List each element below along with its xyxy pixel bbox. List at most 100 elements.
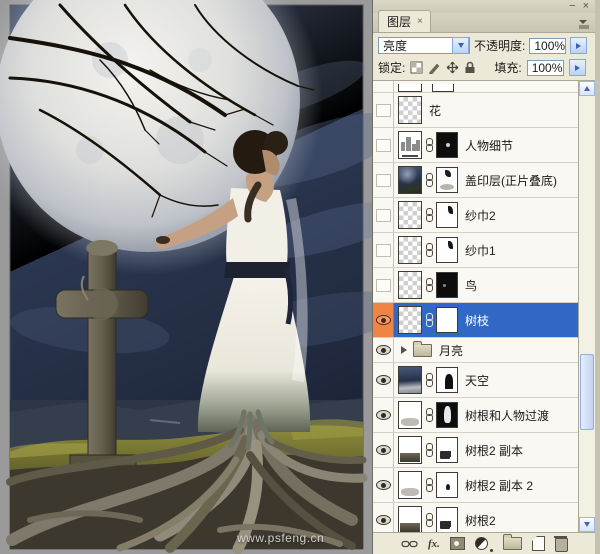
lock-transparency-icon[interactable] [410, 61, 423, 74]
lock-all-icon[interactable] [464, 61, 476, 74]
visibility-checkbox[interactable] [376, 174, 391, 187]
layer-row[interactable]: 纱巾1 [373, 233, 578, 268]
layer-name[interactable]: 月亮 [439, 342, 463, 359]
scrollbar[interactable] [578, 81, 595, 532]
mask-link-icon[interactable] [425, 408, 434, 422]
layer-row[interactable]: 花 [373, 93, 578, 128]
tab-close-icon[interactable]: × [417, 16, 423, 27]
layer-mask-thumbnail[interactable] [436, 402, 458, 428]
layer-mask-thumbnail[interactable] [436, 437, 458, 463]
visibility-toggle[interactable] [373, 398, 394, 432]
layer-thumbnail[interactable] [398, 201, 422, 229]
layer-name[interactable]: 鸟 [465, 277, 477, 294]
layer-name[interactable]: 树根2 副本 2 [465, 477, 533, 494]
layer-mask-thumbnail[interactable] [436, 132, 458, 158]
visibility-toggle[interactable] [373, 363, 394, 397]
mask-link-icon[interactable] [425, 173, 434, 187]
layer-row[interactable] [373, 81, 578, 93]
layer-name[interactable]: 花 [429, 102, 441, 119]
mask-link-icon[interactable] [425, 138, 434, 152]
close-button[interactable]: × [583, 1, 589, 12]
blend-mode-select[interactable]: 亮度 [378, 37, 470, 54]
visibility-toggle[interactable] [373, 338, 394, 362]
opacity-slider-arrow[interactable] [570, 37, 587, 54]
layer-mask-thumbnail[interactable] [436, 272, 458, 298]
mask-link-icon[interactable] [425, 443, 434, 457]
visibility-toggle[interactable] [373, 93, 394, 127]
layer-name[interactable]: 树根2 [465, 512, 496, 529]
layer-name[interactable]: 人物细节 [465, 137, 513, 154]
layer-row[interactable]: 人物细节 [373, 128, 578, 163]
mask-link-icon[interactable] [425, 478, 434, 492]
layer-thumbnail[interactable] [398, 401, 422, 429]
layer-name[interactable]: 树根2 副本 [465, 442, 523, 459]
visibility-toggle[interactable] [373, 503, 394, 532]
visibility-toggle[interactable] [373, 303, 394, 337]
mask-link-icon[interactable] [425, 243, 434, 257]
layer-name[interactable]: 树枝 [465, 312, 489, 329]
layer-thumbnail[interactable] [398, 236, 422, 264]
layer-thumbnail[interactable] [398, 131, 422, 159]
new-layer-icon[interactable] [532, 536, 545, 552]
layer-thumbnail[interactable] [398, 506, 422, 532]
panel-menu-button[interactable] [576, 17, 592, 30]
layer-mask-thumbnail[interactable] [436, 307, 458, 333]
layer-name[interactable]: 树根和人物过渡 [465, 407, 549, 424]
layer-mask-thumbnail[interactable] [436, 167, 458, 193]
visibility-toggle[interactable] [373, 468, 394, 502]
lock-move-icon[interactable] [446, 61, 459, 74]
mask-link-icon[interactable] [425, 278, 434, 292]
visibility-toggle[interactable] [373, 128, 394, 162]
scroll-down-button[interactable] [579, 517, 595, 532]
visibility-toggle[interactable] [373, 233, 394, 267]
scroll-thumb[interactable] [580, 354, 594, 430]
visibility-toggle[interactable] [373, 433, 394, 467]
visibility-toggle[interactable] [373, 163, 394, 197]
mask-link-icon[interactable] [425, 373, 434, 387]
scroll-up-button[interactable] [579, 81, 595, 96]
layer-thumbnail[interactable] [398, 96, 422, 124]
opacity-input[interactable]: 100% [529, 38, 566, 54]
layer-name[interactable]: 纱巾1 [465, 242, 496, 259]
layer-row[interactable]: 树根2 [373, 503, 578, 532]
lock-paint-icon[interactable] [428, 61, 441, 74]
layer-name[interactable]: 天空 [465, 372, 489, 389]
layer-mask-thumbnail[interactable] [436, 237, 458, 263]
layer-row[interactable]: 树根和人物过渡 [373, 398, 578, 433]
visibility-toggle[interactable] [373, 198, 394, 232]
tab-layers[interactable]: 图层 × [378, 10, 431, 32]
layer-group-row[interactable]: 月亮 [373, 338, 578, 363]
fill-slider-arrow[interactable] [569, 59, 586, 76]
delete-layer-icon[interactable] [555, 536, 568, 552]
mask-link-icon[interactable] [425, 513, 434, 527]
layer-style-icon[interactable]: fx. [428, 536, 440, 552]
visibility-checkbox[interactable] [376, 209, 391, 222]
layer-thumbnail[interactable] [398, 366, 422, 394]
layer-thumbnail[interactable] [398, 471, 422, 499]
layer-mask-thumbnail[interactable] [436, 507, 458, 532]
visibility-toggle[interactable] [373, 81, 394, 92]
scroll-track[interactable] [579, 96, 595, 517]
layer-row[interactable]: 盖印层(正片叠底) [373, 163, 578, 198]
layer-row[interactable]: 树根2 副本 2 [373, 468, 578, 503]
mask-link-icon[interactable] [425, 208, 434, 222]
layer-thumbnail[interactable] [398, 306, 422, 334]
layer-row[interactable]: 鸟 [373, 268, 578, 303]
layer-row[interactable]: 树根2 副本 [373, 433, 578, 468]
blend-mode-dropdown-arrow[interactable] [452, 37, 469, 54]
layer-mask-thumbnail[interactable] [436, 202, 458, 228]
add-layer-mask-icon[interactable] [450, 536, 465, 552]
visibility-checkbox[interactable] [376, 244, 391, 257]
visibility-toggle[interactable] [373, 268, 394, 302]
fill-input[interactable]: 100% [527, 60, 564, 76]
visibility-checkbox[interactable] [376, 279, 391, 292]
layer-name[interactable]: 盖印层(正片叠底) [465, 172, 557, 189]
mask-link-icon[interactable] [425, 313, 434, 327]
layer-name[interactable]: 纱巾2 [465, 207, 496, 224]
visibility-checkbox[interactable] [376, 139, 391, 152]
layer-thumbnail[interactable] [398, 166, 422, 194]
visibility-checkbox[interactable] [376, 104, 391, 117]
layer-mask-thumbnail[interactable] [436, 367, 458, 393]
expand-triangle-icon[interactable] [401, 346, 407, 354]
layer-mask-thumbnail[interactable] [436, 472, 458, 498]
